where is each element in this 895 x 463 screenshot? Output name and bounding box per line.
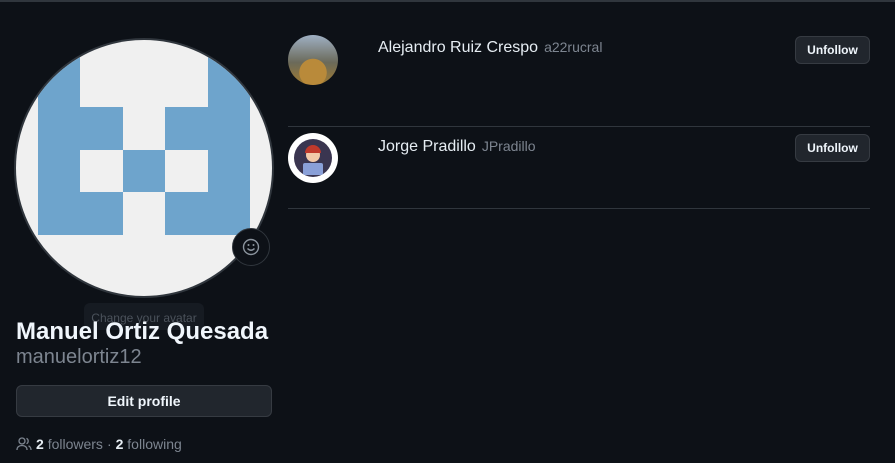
user-avatar[interactable] — [288, 35, 338, 85]
profile-name: Manuel Ortiz Quesada — [16, 318, 269, 345]
smiley-icon — [242, 238, 260, 256]
profile-avatar[interactable] — [16, 40, 272, 296]
user-avatar[interactable] — [288, 133, 338, 183]
separator: · — [106, 436, 112, 452]
top-divider — [0, 0, 895, 2]
people-icon — [16, 437, 32, 451]
set-status-button[interactable] — [232, 228, 270, 266]
follow-stats: 2 followers · 2 following — [16, 436, 182, 452]
following-link[interactable]: 2 following — [116, 436, 182, 452]
edit-profile-button[interactable]: Edit profile — [16, 385, 272, 417]
unfollow-button[interactable]: Unfollow — [795, 134, 870, 162]
user-name-link[interactable]: Alejandro Ruiz Crespo a22rucral — [378, 39, 602, 57]
followers-link[interactable]: 2 followers — [36, 436, 103, 452]
user-name-link[interactable]: Jorge Pradillo JPradillo — [378, 138, 536, 156]
unfollow-button[interactable]: Unfollow — [795, 36, 870, 64]
following-list-item: Jorge Pradillo JPradillo Unfollow — [288, 108, 870, 209]
profile-login: manuelortiz12 — [16, 346, 142, 368]
